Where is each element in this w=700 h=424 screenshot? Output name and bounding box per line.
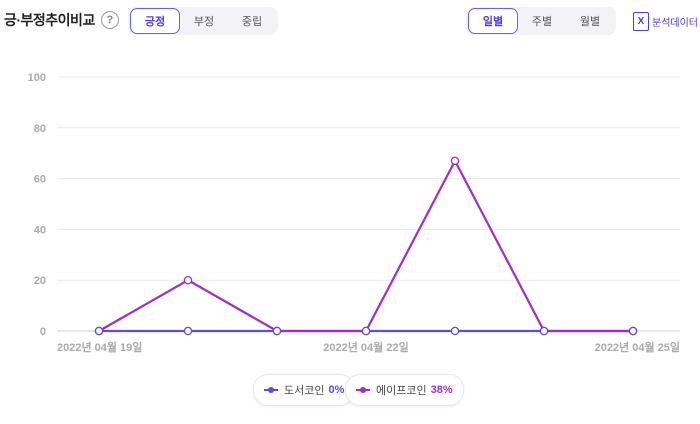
legend-series-name: 도서코인 — [284, 385, 325, 397]
y-tick-label: 80 — [34, 123, 46, 135]
data-point-series-1 — [361, 326, 371, 336]
x-axis-ticks: 2022년 04월 19일 2022년 04월 22일 2022년 04월 25일 — [57, 340, 680, 354]
y-tick-label: 20 — [34, 275, 46, 287]
legend-item-series-1[interactable]: 도서코인 0% — [253, 374, 356, 406]
legend-series-name: 에이프코인 — [376, 385, 427, 397]
legend-series-percent: 38% — [430, 384, 453, 396]
y-tick-label: 0 — [40, 326, 46, 338]
legend-line-icon — [356, 387, 370, 393]
x-tick-label: 2022년 04월 25일 — [595, 340, 680, 354]
trend-line-chart: 020406080100 2022년 04월 19일 2022년 04월 22일 2… — [28, 72, 680, 354]
legend-series-percent: 0% — [328, 384, 345, 396]
data-point-series-1 — [628, 326, 638, 336]
data-point-series-1 — [450, 326, 460, 336]
series-lines — [98, 158, 633, 333]
chart-grid — [57, 76, 680, 332]
legend-line-icon — [264, 387, 278, 393]
y-axis-ticks: 0 20 40 60 80 100 — [28, 72, 46, 338]
data-point-series-1 — [183, 326, 193, 336]
x-tick-label: 2022년 04월 22일 — [323, 340, 408, 354]
data-point-series-1 — [94, 326, 104, 336]
y-tick-label: 40 — [34, 224, 46, 236]
y-tick-label: 100 — [28, 72, 46, 84]
data-point-series-1 — [539, 326, 549, 336]
x-tick-label: 2022년 04월 19일 — [57, 340, 142, 354]
y-tick-label: 60 — [34, 174, 46, 186]
data-point-series-1 — [272, 326, 282, 336]
legend-item-series-2[interactable]: 에이프코인 38% — [345, 374, 464, 406]
series-points — [94, 156, 638, 336]
data-point-series-2 — [450, 156, 460, 166]
series-line-2 — [98, 158, 633, 333]
data-point-series-2 — [183, 275, 193, 285]
